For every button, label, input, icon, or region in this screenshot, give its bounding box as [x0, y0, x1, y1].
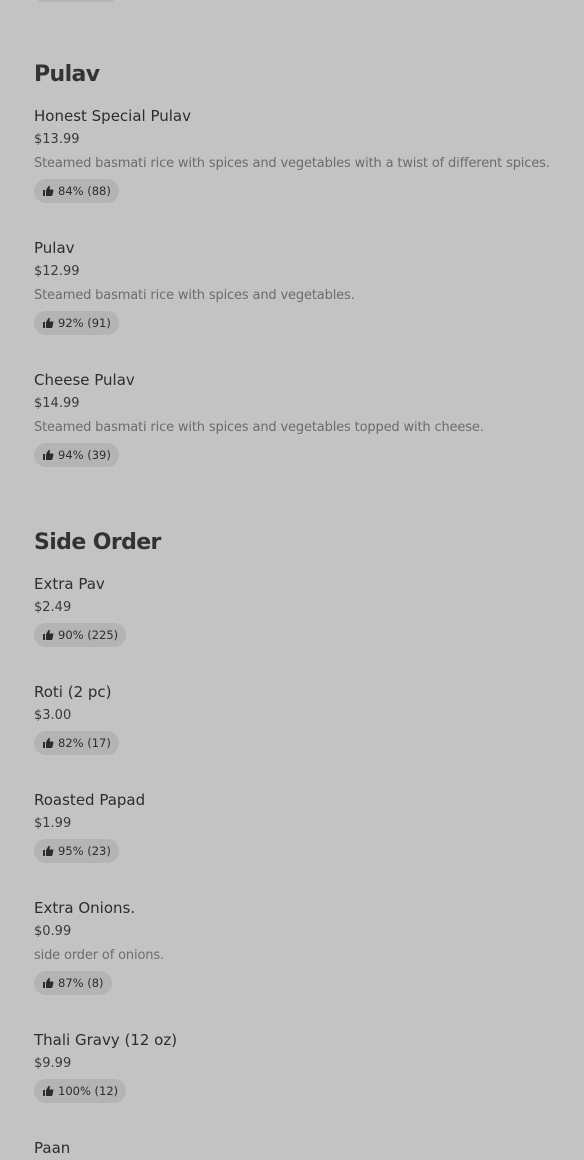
rating-text: 82% (17)	[58, 736, 111, 750]
item-price: $13.99	[34, 132, 80, 147]
item-name: Paan	[34, 1139, 71, 1157]
rating-text: 95% (23)	[58, 844, 111, 858]
rating-text: 92% (91)	[58, 316, 111, 330]
thumbs-up-icon	[42, 317, 54, 329]
item-price: $2.49	[34, 600, 72, 615]
thumbs-up-icon	[42, 1085, 54, 1097]
menu-item-honest-special-pulav[interactable]: Honest Special Pulav $13.99 Steamed basm…	[34, 106, 560, 203]
rating-text: 94% (39)	[58, 448, 111, 462]
rating-badge: 94% (39)	[34, 443, 119, 467]
rating-badge: 95% (23)	[34, 839, 119, 863]
menu-item-thali-gravy[interactable]: Thali Gravy (12 oz) $9.99 100% (12)	[34, 1030, 560, 1103]
item-price: $12.99	[34, 264, 80, 279]
item-price: $9.99	[34, 1056, 72, 1071]
item-description: Steamed basmati rice with spices and veg…	[34, 156, 550, 171]
menu-item-roti[interactable]: Roti (2 pc) $3.00 82% (17)	[34, 682, 560, 755]
item-name: Roti (2 pc)	[34, 683, 112, 701]
rating-badge: 84% (88)	[34, 179, 119, 203]
item-price: $0.99	[34, 924, 72, 939]
item-description: side order of onions.	[34, 948, 164, 963]
item-name: Pulav	[34, 239, 75, 257]
thumbs-up-icon	[42, 737, 54, 749]
item-name: Honest Special Pulav	[34, 107, 191, 125]
item-price: $14.99	[34, 396, 80, 411]
menu-item-pulav[interactable]: Pulav $12.99 Steamed basmati rice with s…	[34, 238, 560, 335]
item-description: Steamed basmati rice with spices and veg…	[34, 288, 355, 303]
previous-item-rating-stub	[38, 0, 114, 2]
rating-badge: 82% (17)	[34, 731, 119, 755]
menu-item-cheese-pulav[interactable]: Cheese Pulav $14.99 Steamed basmati rice…	[34, 370, 560, 467]
section-title: Pulav	[34, 62, 100, 87]
item-name: Cheese Pulav	[34, 371, 135, 389]
rating-badge: 90% (225)	[34, 623, 127, 647]
rating-text: 84% (88)	[58, 184, 111, 198]
item-description: Steamed basmati rice with spices and veg…	[34, 420, 484, 435]
item-price: $1.99	[34, 816, 72, 831]
rating-text: 90% (225)	[58, 628, 119, 642]
section-title: Side Order	[34, 530, 161, 555]
thumbs-up-icon	[42, 185, 54, 197]
rating-badge: 87% (8)	[34, 971, 112, 995]
thumbs-up-icon	[42, 629, 54, 641]
menu-section-side-order: Side Order Extra Pav $2.49 90% (225) Rot…	[34, 528, 560, 1157]
thumbs-up-icon	[42, 977, 54, 989]
item-name: Extra Onions.	[34, 899, 136, 917]
menu-item-extra-onions[interactable]: Extra Onions. $0.99 side order of onions…	[34, 898, 560, 995]
rating-badge: 100% (12)	[34, 1079, 127, 1103]
menu-section-pulav: Pulav Honest Special Pulav $13.99 Steame…	[34, 60, 560, 467]
rating-text: 100% (12)	[58, 1084, 119, 1098]
rating-text: 87% (8)	[58, 976, 104, 990]
menu-item-paan[interactable]: Paan	[34, 1138, 560, 1158]
menu-page: Pulav Honest Special Pulav $13.99 Steame…	[0, 0, 584, 1160]
item-price: $3.00	[34, 708, 72, 723]
rating-badge: 92% (91)	[34, 311, 119, 335]
thumbs-up-icon	[42, 449, 54, 461]
item-name: Extra Pav	[34, 575, 105, 593]
menu-item-roasted-papad[interactable]: Roasted Papad $1.99 95% (23)	[34, 790, 560, 863]
thumbs-up-icon	[42, 845, 54, 857]
item-name: Roasted Papad	[34, 791, 146, 809]
menu-item-extra-pav[interactable]: Extra Pav $2.49 90% (225)	[34, 574, 560, 647]
item-name: Thali Gravy (12 oz)	[34, 1031, 178, 1049]
